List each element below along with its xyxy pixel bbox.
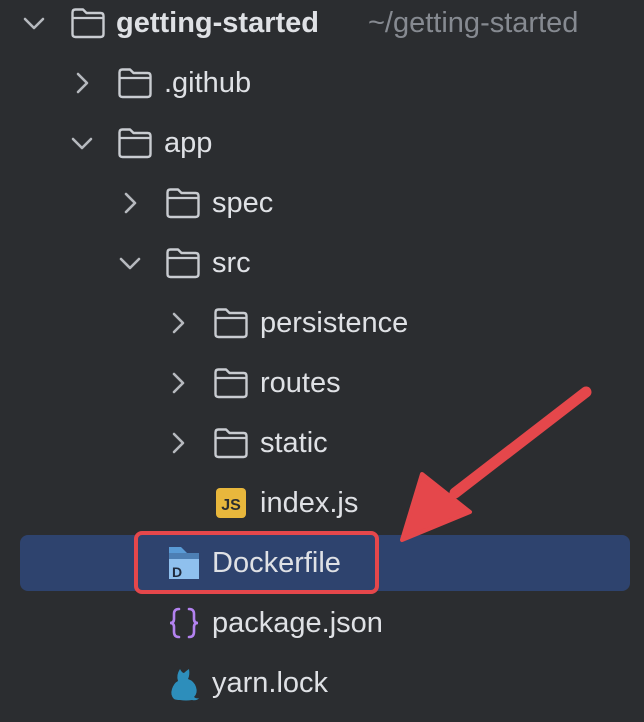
chevron-right-icon[interactable] [116,189,144,217]
root-folder-path: ~/getting-started [368,7,579,39]
folder-icon [213,426,249,460]
json-braces-icon [168,606,200,640]
js-badge-text: JS [221,497,241,514]
project-tree: getting-started ~/getting-started .githu… [0,0,644,722]
tree-row-src[interactable]: src [0,233,644,293]
tree-row-persistence[interactable]: persistence [0,293,644,353]
folder-icon [70,6,106,40]
chevron-down-icon[interactable] [68,129,96,157]
tree-item-label: static [260,427,328,459]
chevron-down-icon[interactable] [20,9,48,37]
tree-row-spec[interactable]: spec [0,173,644,233]
tree-row-root[interactable]: getting-started ~/getting-started [0,0,644,53]
tree-item-label: spec [212,187,274,219]
tree-row-yarn-lock[interactable]: yarn.lock [0,653,644,713]
tree-item-label: persistence [260,307,409,339]
tree-item-label: src [212,247,251,279]
chevron-down-icon[interactable] [116,249,144,277]
tree-row-package-json[interactable]: package.json [0,593,644,653]
chevron-right-icon[interactable] [68,69,96,97]
tree-row-app[interactable]: app [0,113,644,173]
tree-item-label: index.js [260,487,359,519]
tree-row-github[interactable]: .github [0,53,644,113]
folder-icon [117,66,153,100]
tree-row-routes[interactable]: routes [0,353,644,413]
folder-icon [165,246,201,280]
root-folder-name: getting-started [116,7,319,39]
folder-icon [165,186,201,220]
tree-row-static[interactable]: static [0,413,644,473]
chevron-right-icon[interactable] [164,429,192,457]
folder-icon [117,126,153,160]
tree-item-label: yarn.lock [212,667,329,699]
chevron-right-icon[interactable] [164,369,192,397]
tree-row-index-js[interactable]: JS index.js [0,473,644,533]
tree-item-label: package.json [212,607,383,639]
tree-item-label: app [164,127,213,159]
annotation-highlight-box [134,531,379,594]
chevron-right-icon[interactable] [164,309,192,337]
yarn-cat-icon [166,665,202,701]
folder-icon [213,306,249,340]
javascript-file-icon: JS [215,487,247,519]
folder-icon [213,366,249,400]
tree-item-label: routes [260,367,341,399]
tree-item-label: .github [164,67,252,99]
